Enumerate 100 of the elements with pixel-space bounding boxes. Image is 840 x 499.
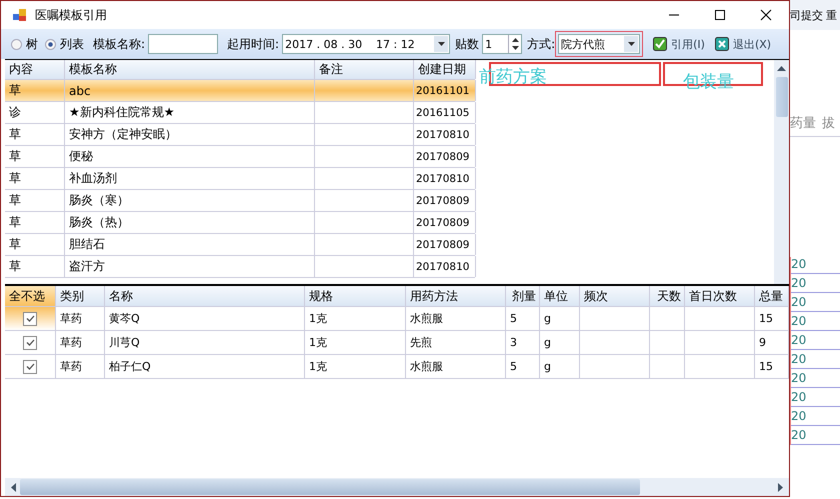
table-cell: 草: [5, 256, 65, 277]
column-header[interactable]: 规格: [305, 286, 406, 306]
template-row[interactable]: 草 盗汗方 20170810: [5, 256, 475, 278]
table-cell: 15: [755, 355, 789, 378]
dropdown-icon: [438, 42, 445, 46]
table-cell: 草: [5, 190, 65, 211]
template-row[interactable]: 草 abc 20161101: [5, 80, 475, 102]
table-cell: ★新内科住院常规★: [65, 102, 315, 123]
left-arrow-icon: [11, 482, 16, 492]
table-cell: 肠炎（寒）: [65, 190, 315, 211]
template-row[interactable]: 草 肠炎（热） 20170809: [5, 212, 475, 234]
doses-spinner[interactable]: 1: [482, 34, 522, 54]
table-cell: 20161105: [414, 102, 476, 123]
column-header[interactable]: 首日次数: [685, 286, 755, 306]
method-label: 方式:: [527, 36, 556, 52]
vertical-scrollbar[interactable]: [774, 60, 789, 284]
table-cell: 5: [506, 307, 540, 330]
table-cell: 20: [791, 428, 840, 445]
table-cell: 黄芩Q: [105, 307, 305, 330]
check-icon: [24, 361, 36, 372]
table-cell: 水煎服: [406, 355, 506, 378]
start-time-picker[interactable]: 2017 . 08 . 30 17 : 12: [282, 34, 450, 54]
table-cell: 20: [791, 314, 840, 331]
column-header[interactable]: 剂量: [506, 286, 540, 306]
column-header[interactable]: 天数: [650, 286, 685, 306]
table-cell: 胆结石: [65, 234, 315, 255]
right-arrow-icon: [778, 482, 783, 492]
table-cell: 20161101: [414, 80, 476, 101]
table-cell: 9: [755, 331, 789, 354]
table-cell: 20: [791, 409, 840, 426]
checkbox[interactable]: [23, 360, 37, 374]
table-cell: 15: [755, 307, 789, 330]
table-cell: 20: [791, 276, 840, 293]
checkbox[interactable]: [23, 336, 37, 350]
template-row[interactable]: 诊 ★新内科住院常规★ 20161105: [5, 102, 475, 124]
table-cell: 20: [791, 352, 840, 369]
view-radio[interactable]: 列表: [45, 36, 84, 52]
table-cell: 5: [506, 355, 540, 378]
column-header[interactable]: 名称: [105, 286, 305, 306]
method-combobox[interactable]: 院方代煎: [558, 34, 640, 54]
select-all-header[interactable]: 全不选: [5, 286, 56, 306]
up-arrow-icon: [777, 66, 786, 71]
exit-button[interactable]: 退出(X): [712, 34, 774, 54]
maximize-icon[interactable]: [714, 9, 726, 21]
column-header[interactable]: 内容: [5, 60, 65, 79]
template-row[interactable]: 草 补血汤剂 20170810: [5, 168, 475, 190]
table-cell: 草: [5, 212, 65, 233]
checkbox[interactable]: [23, 312, 37, 326]
view-radio[interactable]: 树: [11, 36, 38, 52]
table-cell: 1克: [305, 307, 406, 330]
table-cell: 草: [5, 168, 65, 189]
spin-arrows-icon: [512, 37, 519, 51]
template-row[interactable]: 草 肠炎（寒） 20170809: [5, 190, 475, 212]
table-cell: 20: [791, 390, 840, 407]
template-name-field[interactable]: [148, 34, 218, 54]
column-header[interactable]: 频次: [580, 286, 650, 306]
scrollbar-thumb[interactable]: [776, 77, 788, 117]
table-cell: 20170810: [414, 168, 476, 189]
table-cell: 补血汤剂: [65, 168, 315, 189]
table-cell: 川芎Q: [105, 331, 305, 354]
column-header: 药量: [790, 115, 816, 132]
table-cell: 20170809: [414, 212, 476, 233]
table-cell: 20170809: [414, 146, 476, 167]
column-header[interactable]: 类别: [56, 286, 105, 306]
table-cell: 20: [791, 371, 840, 388]
window-title: 医嘱模板引用: [35, 6, 107, 24]
template-row[interactable]: 草 便秘 20170809: [5, 146, 475, 168]
table-cell: 草: [5, 234, 65, 255]
column-header: 拔: [822, 115, 835, 132]
horizontal-scrollbar[interactable]: [5, 478, 789, 496]
check-icon: [24, 337, 36, 348]
column-header[interactable]: 模板名称: [65, 60, 315, 79]
apply-button[interactable]: 引用(I): [651, 34, 707, 54]
table-cell: g: [540, 331, 580, 354]
table-cell: 安神方（定神安眠）: [65, 124, 315, 145]
column-header[interactable]: 创建日期: [414, 60, 476, 79]
toolbar-text: 司提交: [790, 8, 823, 23]
table-cell: 草药: [56, 355, 105, 378]
doses-label: 贴数: [455, 36, 480, 52]
cross-icon: [714, 37, 729, 51]
table-cell: 3: [506, 331, 540, 354]
table-cell: 诊: [5, 102, 65, 123]
table-cell: 20170809: [414, 234, 476, 255]
table-cell: 20: [791, 257, 840, 274]
template-row[interactable]: 草 安神方（定神安眠） 20170810: [5, 124, 475, 146]
table-cell: g: [540, 307, 580, 330]
close-icon[interactable]: [760, 9, 772, 21]
table-cell: 草药: [56, 331, 105, 354]
table-cell: abc: [65, 80, 315, 101]
template-name-label: 模板名称:: [93, 36, 146, 52]
table-cell: 水煎服: [406, 307, 506, 330]
column-header[interactable]: 备注: [315, 60, 414, 79]
template-row[interactable]: 草 胆结石 20170809: [5, 234, 475, 256]
column-header[interactable]: 用药方法: [406, 286, 506, 306]
table-cell: 20170809: [414, 190, 476, 211]
column-header[interactable]: 总量: [755, 286, 789, 306]
check-icon: [24, 313, 36, 324]
table-cell: 先煎: [406, 331, 506, 354]
column-header[interactable]: 单位: [540, 286, 580, 306]
check-icon: [653, 37, 668, 51]
